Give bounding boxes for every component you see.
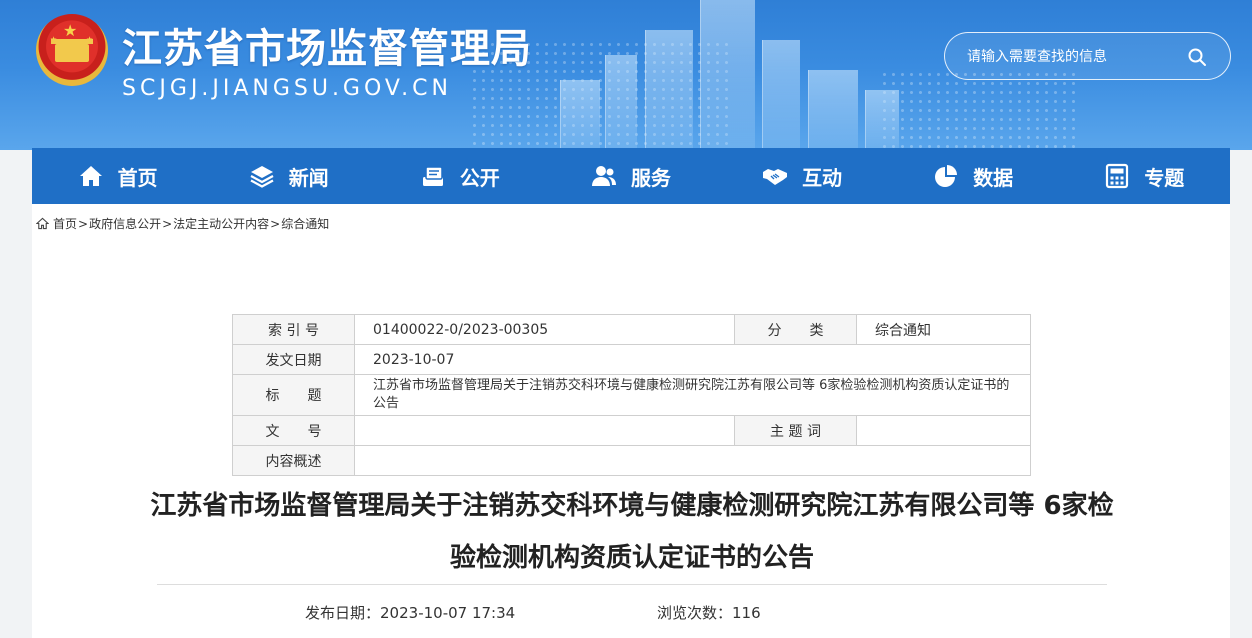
doc-number-label: 文 号: [232, 415, 355, 446]
keywords-label: 主 题 词: [734, 415, 857, 446]
breadcrumb-separator: >: [78, 216, 89, 231]
site-domain: SCJGJ.JIANGSU.GOV.CN: [122, 76, 452, 101]
table-row: 发文日期 2023-10-07: [232, 344, 1031, 375]
document-stack-icon: [422, 166, 443, 186]
publish-date: 发布日期：2023-10-07 17:34: [305, 602, 515, 623]
summary-value: [354, 445, 1031, 476]
nav-item-open[interactable]: 公开: [374, 148, 545, 204]
issue-date-label: 发文日期: [232, 344, 355, 375]
doc-title-label: 标 题: [232, 374, 355, 416]
view-count-value: 116: [732, 604, 761, 622]
nav-item-interact[interactable]: 互动: [717, 148, 888, 204]
nav-label: 公开: [459, 165, 500, 190]
nav-label: 服务: [630, 165, 671, 190]
table-row: 内容概述: [232, 445, 1031, 476]
layers-icon: [250, 166, 274, 188]
pie-chart-icon: [935, 165, 958, 187]
category-label: 分 类: [734, 314, 857, 345]
handshake-icon: [763, 169, 788, 185]
index-number-label: 索 引 号: [232, 314, 355, 345]
site-header: ★★★ 江苏省市场监督管理局 SCJGJ.JIANGSU.GOV.CN: [0, 0, 1252, 150]
nav-label: 数据: [973, 165, 1014, 190]
breadcrumb-separator: >: [270, 216, 281, 231]
nav-label: 互动: [802, 165, 843, 190]
table-row: 标 题 江苏省市场监督管理局关于注销苏交科环境与健康检测研究院江苏有限公司等 6…: [232, 374, 1031, 416]
content-panel: 首页 > 政府信息公开 > 法定主动公开内容 > 综合通知 索 引 号 0140…: [32, 204, 1230, 638]
search-input[interactable]: [967, 46, 1187, 68]
search-box: [944, 32, 1231, 80]
nav-label: 专题: [1144, 165, 1185, 190]
title-divider: [157, 584, 1107, 585]
summary-label: 内容概述: [232, 445, 355, 476]
nav-label: 新闻: [288, 165, 329, 190]
index-number-value: 01400022-0/2023-00305: [354, 314, 735, 345]
national-emblem-logo: ★★★: [36, 14, 108, 86]
nav-item-news[interactable]: 新闻: [203, 148, 374, 204]
breadcrumb: 首页 > 政府信息公开 > 法定主动公开内容 > 综合通知: [36, 215, 329, 232]
site-title[interactable]: 江苏省市场监督管理局: [122, 16, 532, 74]
keywords-value: [856, 415, 1031, 446]
publish-date-label: 发布日期：: [305, 604, 381, 622]
breadcrumb-link-gov-info[interactable]: 政府信息公开: [89, 215, 161, 232]
breadcrumb-separator: >: [162, 216, 173, 231]
issue-date-value: 2023-10-07: [354, 344, 1031, 375]
home-icon: [36, 217, 49, 230]
breadcrumb-link-statutory[interactable]: 法定主动公开内容: [173, 215, 269, 232]
breadcrumb-link-home[interactable]: 首页: [53, 215, 77, 232]
view-count: 浏览次数：116: [657, 602, 761, 623]
publish-date-value: 2023-10-07 17:34: [380, 604, 516, 622]
nav-item-topics[interactable]: 专题: [1059, 148, 1230, 204]
doc-title-value: 江苏省市场监督管理局关于注销苏交科环境与健康检测研究院江苏有限公司等 6家检验检…: [354, 374, 1031, 416]
people-icon: [591, 166, 616, 186]
main-nav: 首页 新闻 公开 服务 互动 数据 专题: [32, 148, 1230, 204]
header-skyline: [520, 0, 940, 150]
doc-number-value: [354, 415, 735, 446]
table-row: 文 号 主 题 词: [232, 415, 1031, 446]
nav-item-home[interactable]: 首页: [32, 148, 203, 204]
document-metadata-table: 索 引 号 01400022-0/2023-00305 分 类 综合通知 发文日…: [232, 314, 1031, 476]
search-icon[interactable]: [1187, 47, 1207, 67]
table-row: 索 引 号 01400022-0/2023-00305 分 类 综合通知: [232, 314, 1031, 345]
category-value: 综合通知: [856, 314, 1031, 345]
home-icon: [79, 166, 102, 186]
nav-label: 首页: [117, 165, 158, 190]
breadcrumb-link-notice[interactable]: 综合通知: [281, 215, 329, 232]
article-title: 江苏省市场监督管理局关于注销苏交科环境与健康检测研究院江苏有限公司等 6家检验检…: [150, 491, 1114, 573]
nav-item-data[interactable]: 数据: [888, 148, 1059, 204]
view-count-label: 浏览次数：: [657, 604, 733, 622]
nav-item-service[interactable]: 服务: [545, 148, 716, 204]
calculator-icon: [1106, 163, 1129, 189]
